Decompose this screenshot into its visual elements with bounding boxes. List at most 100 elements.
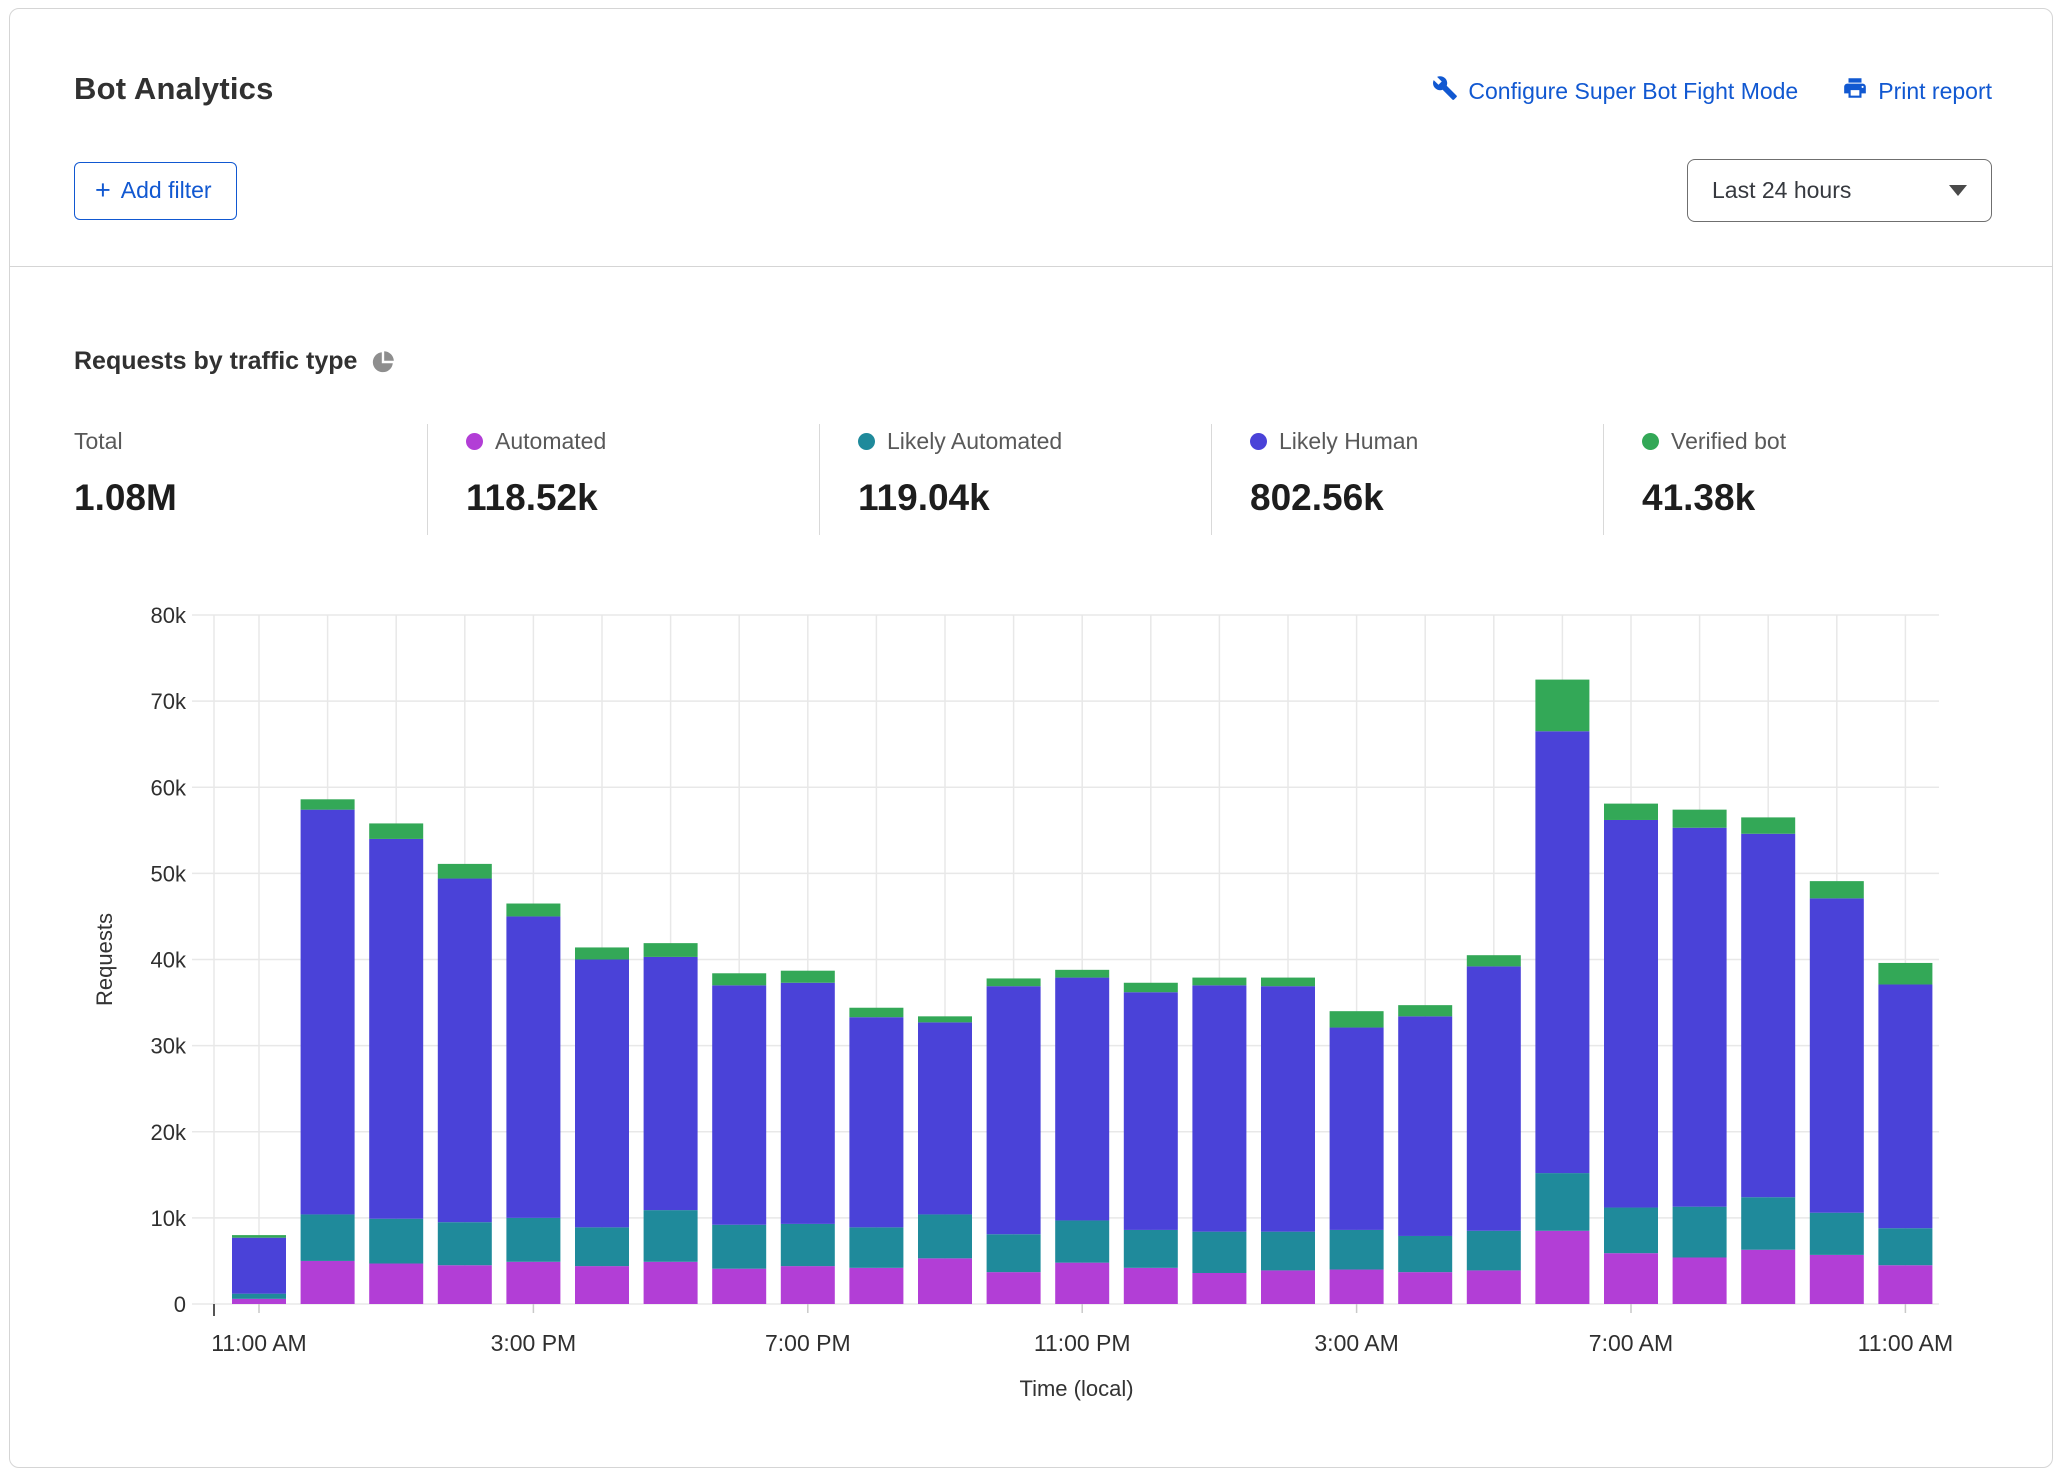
bar-21-likely-human[interactable] (1673, 828, 1727, 1207)
bar-9-likely-human[interactable] (849, 1017, 903, 1227)
bar-17-automated[interactable] (1398, 1272, 1452, 1304)
bar-18-likely-human[interactable] (1467, 966, 1521, 1230)
bar-11-likely-automated[interactable] (987, 1234, 1041, 1272)
bar-20-likely-automated[interactable] (1604, 1208, 1658, 1254)
bar-19-likely-human[interactable] (1535, 731, 1589, 1173)
bar-15-automated[interactable] (1261, 1270, 1315, 1304)
bar-17-verified-bot[interactable] (1398, 1005, 1452, 1016)
bar-1-automated[interactable] (301, 1261, 355, 1304)
bar-12-automated[interactable] (1055, 1263, 1109, 1304)
bar-16-verified-bot[interactable] (1330, 1011, 1384, 1027)
bar-9-verified-bot[interactable] (849, 1008, 903, 1017)
bar-22-likely-human[interactable] (1741, 834, 1795, 1197)
bar-5-likely-human[interactable] (575, 960, 629, 1228)
bar-13-likely-human[interactable] (1124, 992, 1178, 1230)
bar-1-verified-bot[interactable] (301, 799, 355, 809)
bar-9-likely-automated[interactable] (849, 1227, 903, 1267)
bar-3-verified-bot[interactable] (438, 864, 492, 879)
bar-2-likely-automated[interactable] (369, 1219, 423, 1264)
bar-7-automated[interactable] (712, 1269, 766, 1304)
bar-6-verified-bot[interactable] (644, 943, 698, 957)
bar-5-likely-automated[interactable] (575, 1227, 629, 1266)
bar-7-likely-human[interactable] (712, 985, 766, 1224)
bar-11-automated[interactable] (987, 1272, 1041, 1304)
bar-12-likely-human[interactable] (1055, 978, 1109, 1221)
bar-21-likely-automated[interactable] (1673, 1207, 1727, 1258)
bar-17-likely-automated[interactable] (1398, 1236, 1452, 1272)
bar-10-automated[interactable] (918, 1258, 972, 1304)
time-range-select[interactable]: Last 24 hours (1687, 159, 1992, 222)
bar-14-automated[interactable] (1192, 1273, 1246, 1304)
bar-16-likely-automated[interactable] (1330, 1230, 1384, 1270)
bar-10-likely-automated[interactable] (918, 1214, 972, 1258)
print-report-link[interactable]: Print report (1842, 75, 1992, 107)
bar-18-verified-bot[interactable] (1467, 955, 1521, 966)
bar-24-verified-bot[interactable] (1878, 963, 1932, 985)
bar-0-automated[interactable] (232, 1299, 286, 1304)
bar-17-likely-human[interactable] (1398, 1016, 1452, 1236)
bar-12-verified-bot[interactable] (1055, 970, 1109, 978)
bar-9-automated[interactable] (849, 1268, 903, 1304)
bar-22-likely-automated[interactable] (1741, 1197, 1795, 1250)
bar-1-likely-human[interactable] (301, 810, 355, 1215)
bar-5-verified-bot[interactable] (575, 947, 629, 959)
bar-21-automated[interactable] (1673, 1257, 1727, 1304)
bar-24-likely-automated[interactable] (1878, 1228, 1932, 1265)
bar-1-likely-automated[interactable] (301, 1214, 355, 1261)
bar-0-likely-automated[interactable] (232, 1294, 286, 1299)
bar-18-automated[interactable] (1467, 1270, 1521, 1304)
bar-20-automated[interactable] (1604, 1253, 1658, 1304)
bar-0-verified-bot[interactable] (232, 1235, 286, 1238)
bar-6-likely-human[interactable] (644, 957, 698, 1210)
bar-2-likely-human[interactable] (369, 839, 423, 1219)
bar-14-verified-bot[interactable] (1192, 978, 1246, 986)
bar-16-automated[interactable] (1330, 1270, 1384, 1304)
bar-7-verified-bot[interactable] (712, 973, 766, 985)
bar-21-verified-bot[interactable] (1673, 810, 1727, 828)
bar-12-likely-automated[interactable] (1055, 1220, 1109, 1262)
bar-8-likely-human[interactable] (781, 983, 835, 1224)
bar-10-verified-bot[interactable] (918, 1016, 972, 1022)
bar-14-likely-human[interactable] (1192, 985, 1246, 1231)
bar-0-likely-human[interactable] (232, 1238, 286, 1294)
bar-23-likely-human[interactable] (1810, 898, 1864, 1212)
bar-8-automated[interactable] (781, 1266, 835, 1304)
bar-19-likely-automated[interactable] (1535, 1173, 1589, 1231)
bar-14-likely-automated[interactable] (1192, 1232, 1246, 1273)
bar-15-likely-human[interactable] (1261, 986, 1315, 1231)
bar-13-verified-bot[interactable] (1124, 983, 1178, 992)
bar-4-likely-automated[interactable] (506, 1218, 560, 1262)
bar-15-likely-automated[interactable] (1261, 1232, 1315, 1271)
bar-23-likely-automated[interactable] (1810, 1213, 1864, 1255)
add-filter-button[interactable]: + Add filter (74, 162, 237, 220)
bar-15-verified-bot[interactable] (1261, 978, 1315, 987)
bar-18-likely-automated[interactable] (1467, 1231, 1521, 1271)
bar-2-automated[interactable] (369, 1264, 423, 1304)
bar-24-likely-human[interactable] (1878, 984, 1932, 1228)
bar-22-automated[interactable] (1741, 1250, 1795, 1304)
bar-16-likely-human[interactable] (1330, 1028, 1384, 1230)
bar-23-automated[interactable] (1810, 1255, 1864, 1304)
bar-4-likely-human[interactable] (506, 916, 560, 1217)
bar-20-verified-bot[interactable] (1604, 804, 1658, 820)
bar-24-automated[interactable] (1878, 1265, 1932, 1304)
bar-3-automated[interactable] (438, 1265, 492, 1304)
bar-6-automated[interactable] (644, 1262, 698, 1304)
bar-4-automated[interactable] (506, 1262, 560, 1304)
bar-13-likely-automated[interactable] (1124, 1230, 1178, 1268)
bar-7-likely-automated[interactable] (712, 1225, 766, 1269)
bar-3-likely-human[interactable] (438, 879, 492, 1223)
bar-20-likely-human[interactable] (1604, 820, 1658, 1208)
bar-2-verified-bot[interactable] (369, 823, 423, 839)
bar-5-automated[interactable] (575, 1266, 629, 1304)
bar-22-verified-bot[interactable] (1741, 817, 1795, 833)
bar-23-verified-bot[interactable] (1810, 881, 1864, 898)
bar-4-verified-bot[interactable] (506, 904, 560, 917)
bar-3-likely-automated[interactable] (438, 1222, 492, 1265)
bar-8-likely-automated[interactable] (781, 1224, 835, 1266)
bar-19-automated[interactable] (1535, 1231, 1589, 1304)
bar-19-verified-bot[interactable] (1535, 680, 1589, 732)
bar-11-likely-human[interactable] (987, 986, 1041, 1234)
bar-13-automated[interactable] (1124, 1268, 1178, 1304)
bar-6-likely-automated[interactable] (644, 1210, 698, 1262)
